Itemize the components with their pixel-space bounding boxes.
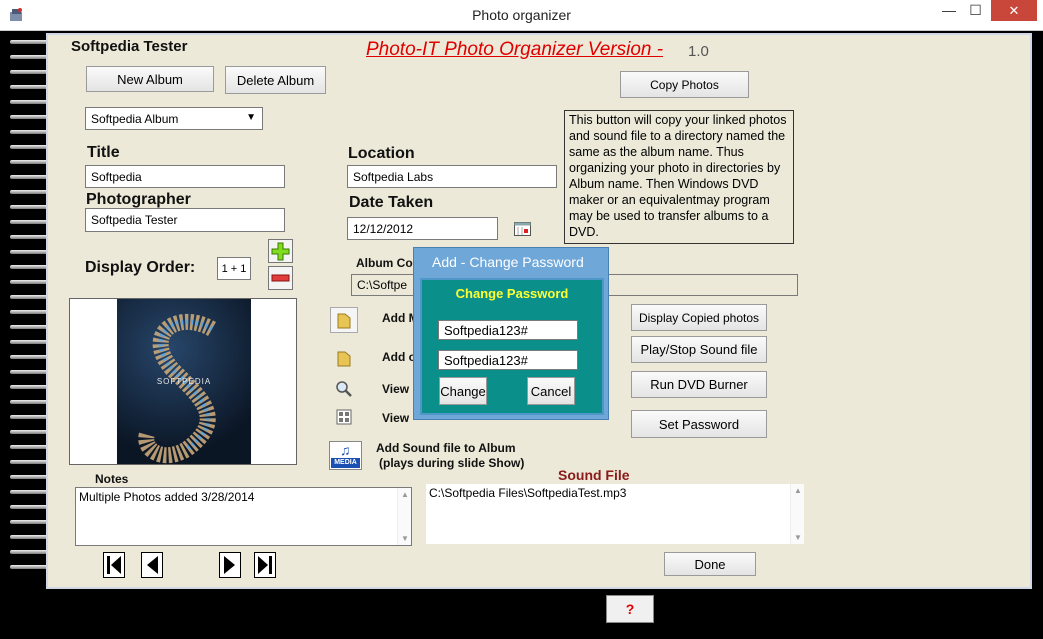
window-title: Photo organizer [472,7,571,23]
music-note-icon: ♫ [340,442,351,458]
increase-order-icon[interactable] [268,239,293,263]
close-button[interactable]: ✕ [991,0,1037,21]
cancel-button[interactable]: Cancel [527,377,575,405]
location-field[interactable]: Softpedia Labs [347,165,557,188]
minimize-button[interactable]: — [936,0,962,21]
dialog-heading: Change Password [455,286,569,301]
last-photo-button[interactable] [254,552,276,578]
first-photo-button[interactable] [103,552,125,578]
previous-icon [147,556,158,574]
magnifier-icon[interactable] [330,376,358,402]
sound-scrollbar[interactable]: ▲ ▼ [790,484,804,544]
date-taken-label: Date Taken [349,194,434,211]
title-field[interactable]: Softpedia [85,165,285,188]
view-label-1: View [382,382,410,396]
skip-last-icon [258,556,272,574]
location-label: Location [348,145,415,162]
chevron-down-icon: ▼ [246,112,256,123]
scroll-up-icon[interactable]: ▲ [794,486,802,495]
run-dvd-burner-button[interactable]: Run DVD Burner [631,371,767,398]
dialog-body: Change Password Softpedia123# Softpedia1… [420,278,604,415]
album-select-value: Softpedia Album [91,111,179,126]
password-field[interactable]: Softpedia123# [438,320,578,340]
notes-label: Notes [95,472,129,486]
add-o-label: Add o [382,350,416,364]
photo-caption: SOFTPEDIA [156,377,212,386]
calendar-icon[interactable] [514,221,531,236]
photographer-field[interactable]: Softpedia Tester [85,208,285,232]
notes-textarea[interactable]: Multiple Photos added 3/28/2014 ▲ ▼ [75,487,412,546]
sound-file-textarea[interactable]: C:\Softpedia Files\SoftpediaTest.mp3 ▲ ▼ [426,484,804,544]
user-name: Softpedia Tester [71,38,188,55]
dialog-title: Add - Change Password [432,254,584,270]
set-password-button[interactable]: Set Password [631,410,767,438]
thumbnails-icon[interactable] [330,404,358,430]
date-taken-field[interactable]: 12/12/2012 [347,217,498,240]
maximize-button[interactable]: ☐ [962,0,989,21]
scroll-down-icon[interactable]: ▼ [401,534,409,543]
photographer-label: Photographer [86,191,191,208]
display-order-field[interactable]: 1 + 1 [217,257,251,280]
media-icon-text: MEDIA [331,458,360,468]
sound-file-path: C:\Softpedia Files\SoftpediaTest.mp3 [429,486,627,500]
album-copy-label: Album Co [356,256,413,270]
copy-photos-button[interactable]: Copy Photos [620,71,749,98]
sound-file-label: Sound File [558,467,630,483]
folder-add-icon[interactable] [330,345,358,371]
next-icon [224,556,235,574]
done-button[interactable]: Done [664,552,756,576]
media-icon[interactable]: ♫ MEDIA [329,441,362,470]
title-label: Title [87,144,120,161]
notes-scrollbar[interactable]: ▲ ▼ [397,488,411,545]
previous-photo-button[interactable] [141,552,163,578]
new-album-button[interactable]: New Album [86,66,214,92]
next-photo-button[interactable] [219,552,241,578]
folder-icon[interactable] [330,307,358,333]
title-bar: Photo organizer — ☐ ✕ [0,0,1043,31]
copy-info-text: This button will copy your linked photos… [564,110,794,244]
app-window: Photo organizer — ☐ ✕ Softpedia Tester P… [0,0,1043,639]
change-password-dialog: Add - Change Password Change Password So… [413,247,609,420]
confirm-password-field[interactable]: Softpedia123# [438,350,578,370]
view-label-2: View [382,411,410,425]
add-sound-sublabel: (plays during slide Show) [379,456,525,470]
play-stop-sound-button[interactable]: Play/Stop Sound file [631,336,767,363]
skip-first-icon [107,556,121,574]
change-button[interactable]: Change [439,377,487,405]
add-sound-label: Add Sound file to Album [376,441,516,455]
display-order-label: Display Order: [85,259,196,276]
delete-album-button[interactable]: Delete Album [225,66,326,94]
notes-text: Multiple Photos added 3/28/2014 [79,490,255,504]
scroll-down-icon[interactable]: ▼ [794,533,802,542]
version-label: 1.0 [688,43,709,60]
album-photo-image: SOFTPEDIA [117,299,251,464]
decrease-order-icon[interactable] [268,266,293,290]
album-select[interactable]: Softpedia Album ▼ [85,107,263,130]
help-button[interactable]: ? [606,595,654,623]
app-heading: Photo-IT Photo Organizer Version - [366,39,664,60]
scroll-up-icon[interactable]: ▲ [401,490,409,499]
display-copied-photos-button[interactable]: Display Copied photos [631,304,767,331]
photo-preview: SOFTPEDIA [69,298,297,465]
